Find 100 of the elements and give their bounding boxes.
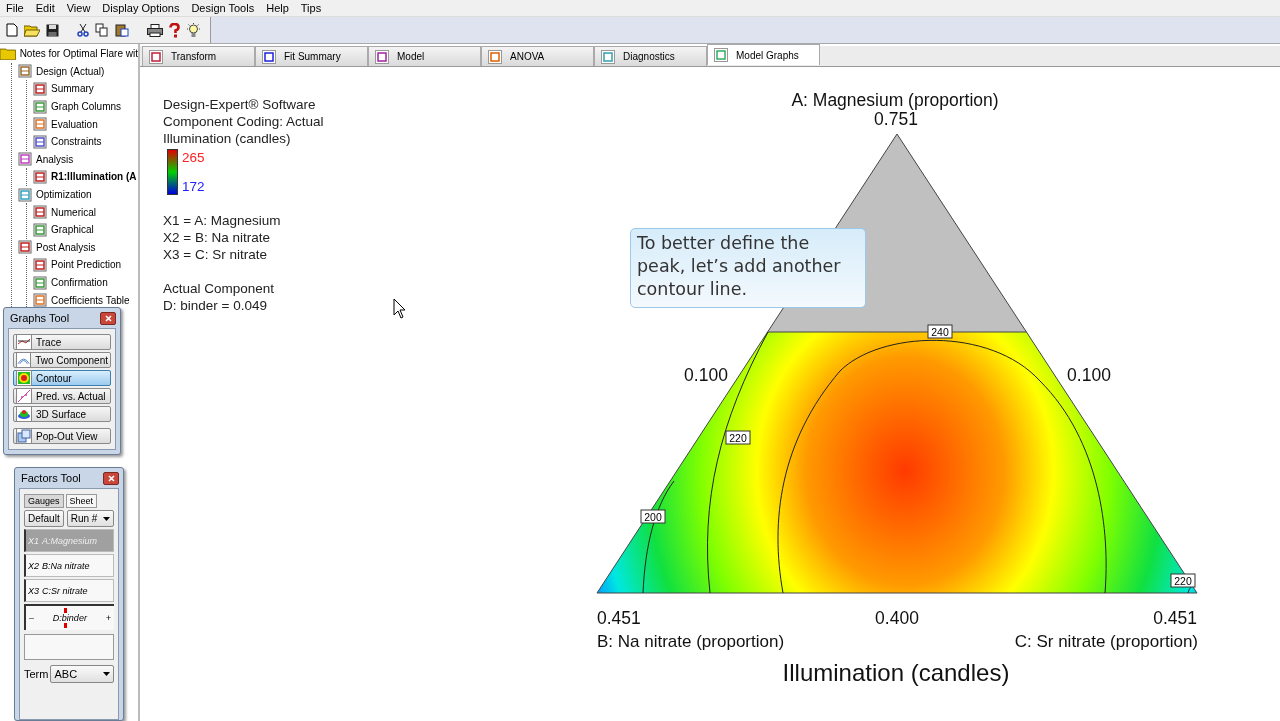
legend-text: Design-Expert® Software xyxy=(163,96,317,113)
text-field[interactable] xyxy=(24,634,114,660)
save-icon[interactable] xyxy=(46,23,59,37)
term-dropdown[interactable]: ABC xyxy=(50,665,114,683)
tab[interactable]: Sheet xyxy=(65,494,98,508)
factor-name: B:Na nitrate xyxy=(42,560,90,571)
tree-item[interactable]: Confirmation xyxy=(51,277,108,288)
paste-icon[interactable] xyxy=(115,23,129,37)
tab-icon xyxy=(488,49,502,64)
caret-icon xyxy=(103,672,110,676)
axis-title: A: Magnesium (proportion) xyxy=(791,90,999,110)
tab[interactable]: Model xyxy=(368,46,481,66)
tree-item[interactable]: Analysis xyxy=(36,153,74,165)
tree-item[interactable]: Summary xyxy=(51,83,94,95)
factor-name: A:Magnesium xyxy=(42,535,98,546)
panel-title: Graphs Tool xyxy=(9,312,70,324)
tab-icon xyxy=(601,49,615,64)
legend-text: D: binder = 0.049 xyxy=(163,297,268,314)
open-folder-icon[interactable] xyxy=(24,23,40,37)
close-button[interactable] xyxy=(103,471,119,485)
factor-gauge[interactable]: X2 B:Na nitrate xyxy=(24,554,114,577)
graph-type-icon xyxy=(16,352,32,368)
contour-label: 220 xyxy=(725,430,751,445)
graph-type-icon xyxy=(16,428,32,444)
default-button[interactable]: Default xyxy=(24,510,64,527)
legend-text: X2 = B: Na nitrate xyxy=(163,229,271,246)
copy-icon[interactable] xyxy=(95,23,109,37)
legend-text: X1 = A: Magnesium xyxy=(163,212,282,229)
graph-type-button[interactable]: Two Component xyxy=(13,352,111,368)
graph-type-icon xyxy=(16,388,32,404)
document-icon xyxy=(18,64,32,79)
printer-icon[interactable] xyxy=(147,23,163,37)
tree-item[interactable]: Design (Actual) xyxy=(36,65,105,77)
legend-text: X3 = C: Sr nitrate xyxy=(163,246,268,263)
tick-label: 0.400 xyxy=(875,608,919,628)
legend-text: Actual Component xyxy=(163,280,276,297)
menu-item[interactable]: Design Tools xyxy=(185,2,261,14)
tab[interactable]: Gauges xyxy=(24,494,64,508)
gauge-label: D:binder xyxy=(51,613,88,623)
menu-item[interactable]: View xyxy=(60,2,97,14)
graph-type-button[interactable]: Trace xyxy=(13,334,111,350)
tick-label: 0.100 xyxy=(684,365,728,385)
document-icon xyxy=(33,82,47,96)
tree-item[interactable]: Numerical xyxy=(51,206,96,218)
graph-type-button[interactable]: Pop-Out View xyxy=(13,428,111,444)
mouse-pointer-icon xyxy=(393,298,406,319)
tree-item[interactable]: Graphical xyxy=(51,224,94,236)
menu-item[interactable]: Edit xyxy=(29,2,61,14)
run-dropdown[interactable]: Run # xyxy=(66,510,115,527)
tree-item[interactable]: Point Prediction xyxy=(51,259,122,271)
tab[interactable]: Diagnostics xyxy=(594,46,707,66)
close-icon xyxy=(104,314,112,322)
color-scale-bar xyxy=(167,149,178,195)
tree-item[interactable]: Optimization xyxy=(36,189,92,201)
factor-code: X3 xyxy=(28,585,39,596)
tick-label: 0.100 xyxy=(1067,365,1111,385)
tree-item[interactable]: Constraints xyxy=(51,136,102,148)
menu-item[interactable]: Help xyxy=(260,2,295,14)
graph-type-icon xyxy=(16,334,32,350)
menu-item[interactable]: Display Options xyxy=(96,2,186,14)
lightbulb-icon[interactable] xyxy=(186,22,201,38)
menu-item[interactable]: File xyxy=(0,2,30,14)
tick-label: 0.451 xyxy=(597,608,641,628)
graph-type-button[interactable]: 3D Surface xyxy=(13,406,111,422)
tab[interactable]: ANOVA xyxy=(481,46,594,66)
tab[interactable]: Model Graphs xyxy=(707,44,820,65)
close-button[interactable] xyxy=(100,311,116,325)
scissors-icon[interactable] xyxy=(77,23,89,37)
tab-icon xyxy=(714,48,728,62)
legend-text: Illumination (candles) xyxy=(163,130,292,147)
binder-gauge[interactable]: – D:binder + xyxy=(24,604,114,630)
folder-icon xyxy=(0,47,16,61)
scale-min-label: 172 xyxy=(182,178,205,195)
contour-label: 200 xyxy=(640,509,666,524)
graph-type-button[interactable]: Contour xyxy=(13,370,111,386)
tree-item[interactable]: Notes for Optimal Flare wit xyxy=(19,48,138,60)
factor-gauge[interactable]: X3 C:Sr nitrate xyxy=(24,579,114,602)
graph-type-button[interactable]: Pred. vs. Actual xyxy=(13,388,111,404)
callout-note: To better define the peak, let’s add another contour line. xyxy=(630,228,866,308)
document-icon xyxy=(33,222,47,237)
tree-item[interactable]: R1:Illumination (A xyxy=(51,171,137,183)
graph-type-icon xyxy=(16,406,32,422)
new-file-icon[interactable] xyxy=(6,23,18,37)
tab-icon xyxy=(375,49,389,64)
tree-item[interactable]: Coefficients Table xyxy=(51,294,130,306)
tab-icon xyxy=(149,49,163,64)
menu-item[interactable]: Tips xyxy=(294,2,328,14)
term-label: Term xyxy=(24,668,49,680)
tab[interactable]: Fit Summary xyxy=(255,46,368,66)
document-icon xyxy=(33,275,47,290)
tab[interactable]: Transform xyxy=(142,46,255,66)
tree-item[interactable]: Evaluation xyxy=(51,118,98,130)
tree-item[interactable]: Graph Columns xyxy=(51,101,122,113)
document-icon xyxy=(33,257,47,272)
contour-label: 220 xyxy=(1170,573,1196,588)
help-icon[interactable] xyxy=(169,22,180,38)
document-icon xyxy=(33,99,47,114)
plus-label: + xyxy=(105,613,111,623)
tree-item[interactable]: Post Analysis xyxy=(36,241,96,253)
minus-label: – xyxy=(29,613,34,623)
